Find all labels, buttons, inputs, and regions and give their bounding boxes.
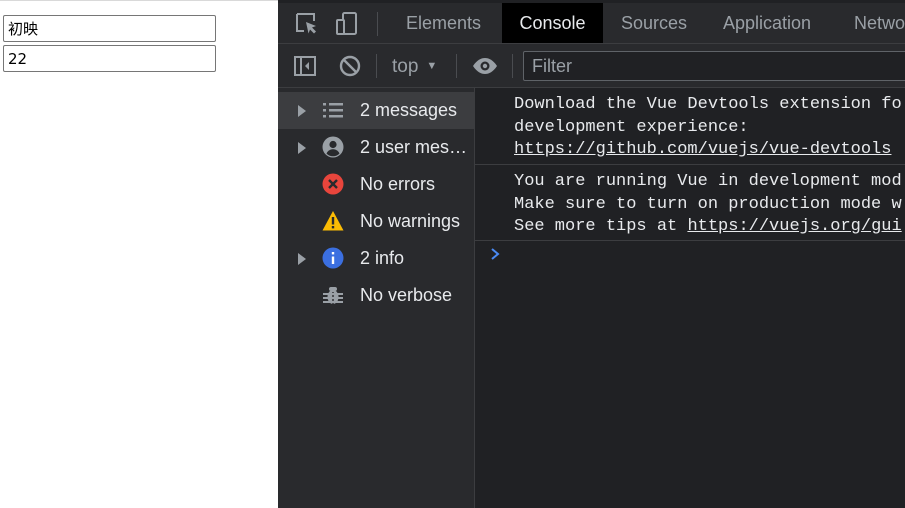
name-input[interactable] xyxy=(3,15,216,42)
expand-arrow-icon[interactable] xyxy=(298,142,306,154)
expand-arrow-icon[interactable] xyxy=(298,105,306,117)
console-prompt-icon[interactable] xyxy=(489,247,503,261)
sidebar-item-label: 2 user mess... xyxy=(360,137,472,157)
console-sidebar: 2 messages 2 user mess... No errors No w… xyxy=(278,88,475,508)
console-message-dev-mode: You are running Vue in development mod M… xyxy=(475,165,905,241)
web-page xyxy=(0,0,278,508)
user-icon xyxy=(322,136,344,158)
age-input[interactable] xyxy=(3,45,216,72)
devtools-tab-bar: Elements Console Sources Application Net… xyxy=(278,3,905,44)
sidebar-item-label: No verbose xyxy=(360,285,453,305)
console-output: Download the Vue Devtools extension fo d… xyxy=(475,88,905,508)
info-icon xyxy=(322,247,344,269)
list-icon xyxy=(323,103,343,118)
tab-network[interactable]: Netwo xyxy=(854,3,905,43)
tab-sources[interactable]: Sources xyxy=(621,3,687,43)
sidebar-item-label: 2 messages xyxy=(360,100,458,120)
devtools-panel: Elements Console Sources Application Net… xyxy=(278,0,905,508)
toolbar-divider xyxy=(376,54,377,78)
sidebar-toggle-icon[interactable] xyxy=(293,54,317,78)
sidebar-item-label: No errors xyxy=(360,174,436,194)
eye-icon[interactable] xyxy=(472,54,498,78)
message-line: Download the Vue Devtools extension fo xyxy=(514,95,902,114)
context-selector[interactable]: top ▼ xyxy=(392,54,437,78)
tab-application[interactable]: Application xyxy=(723,3,811,43)
message-line: development experience: xyxy=(514,117,749,137)
device-toolbar-icon[interactable] xyxy=(334,11,360,37)
devtools-link[interactable]: https://github.com/vuejs/vue-devtools xyxy=(514,140,891,159)
tab-console[interactable]: Console xyxy=(502,3,603,43)
sidebar-item-verbose[interactable]: No verbose xyxy=(278,277,474,314)
filter-input[interactable] xyxy=(523,51,905,81)
message-line: You are running Vue in development mod xyxy=(514,172,902,191)
vue-guide-link[interactable]: https://vuejs.org/gui xyxy=(687,217,901,236)
warning-icon xyxy=(322,211,344,231)
message-line: Make sure to turn on production mode w xyxy=(514,194,902,214)
tab-divider xyxy=(377,12,378,36)
tab-elements[interactable]: Elements xyxy=(406,3,481,43)
bug-icon xyxy=(323,287,343,304)
dropdown-arrow-icon: ▼ xyxy=(426,60,438,72)
toolbar-divider xyxy=(512,54,513,78)
sidebar-item-user-messages[interactable]: 2 user mess... xyxy=(278,129,474,166)
clear-console-icon[interactable] xyxy=(338,54,362,78)
console-message-devtools: Download the Vue Devtools extension fo d… xyxy=(475,88,905,165)
inspect-element-icon[interactable] xyxy=(294,11,320,37)
message-line: See more tips at xyxy=(514,217,688,236)
context-label: top xyxy=(392,56,419,77)
error-icon xyxy=(322,173,344,195)
expand-arrow-icon[interactable] xyxy=(298,253,306,265)
sidebar-item-label: 2 info xyxy=(360,248,405,268)
sidebar-item-label: No warnings xyxy=(360,211,461,231)
console-toolbar: top ▼ xyxy=(278,44,905,88)
sidebar-item-errors[interactable]: No errors xyxy=(278,166,474,203)
sidebar-item-messages[interactable]: 2 messages xyxy=(278,92,474,129)
sidebar-item-info[interactable]: 2 info xyxy=(278,240,474,277)
sidebar-item-warnings[interactable]: No warnings xyxy=(278,203,474,240)
toolbar-divider xyxy=(456,54,457,78)
